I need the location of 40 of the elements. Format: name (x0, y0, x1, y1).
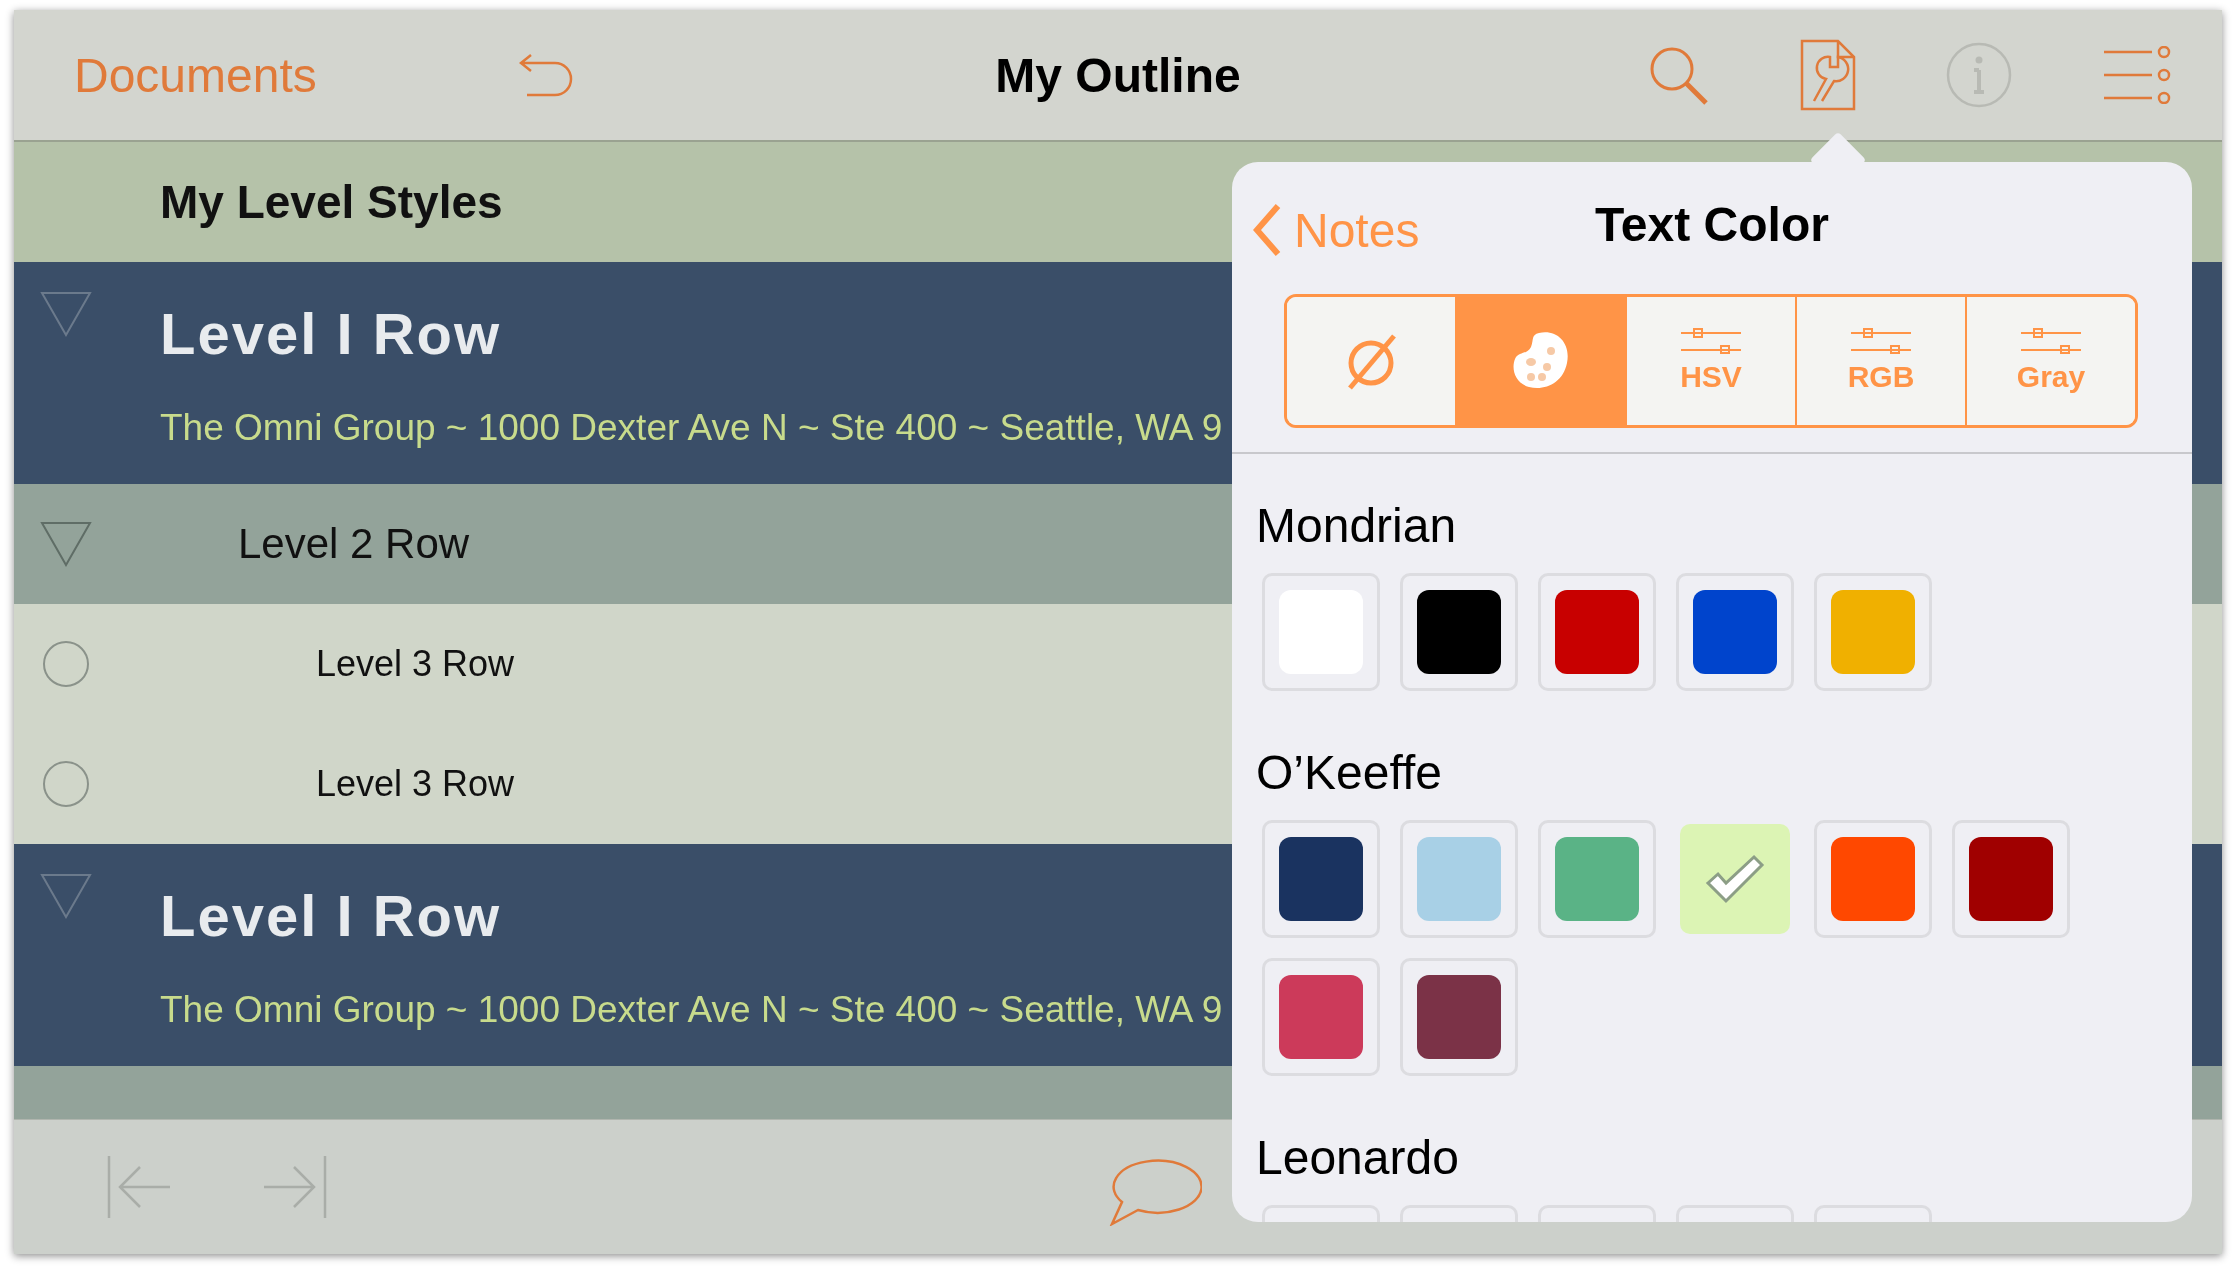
color-swatch[interactable] (1680, 824, 1790, 934)
row-note: The Omni Group ~ 1000 Dexter Ave N ~ Ste 400 ~ Seattle, WA 9 (160, 407, 1223, 449)
color-swatch[interactable] (1262, 820, 1380, 938)
bullet-circle-icon[interactable] (42, 640, 90, 688)
color-swatch[interactable] (1538, 820, 1656, 938)
row-title: Level I Row (160, 300, 503, 367)
palette-name: Mondrian (1256, 498, 1458, 553)
mode-tab[interactable] (1455, 297, 1625, 425)
color-swatch[interactable] (1538, 573, 1656, 691)
color-swatch[interactable] (1814, 820, 1932, 938)
color-swatch[interactable] (1262, 573, 1380, 691)
sliders-icon (1681, 328, 1741, 354)
section-title: My Level Styles (160, 175, 503, 229)
disclosure-triangle-icon[interactable] (40, 873, 92, 919)
menu-icon[interactable] (2102, 46, 2172, 104)
popover-title: Text Color (1595, 197, 1829, 252)
chevron-left-icon (1252, 202, 1282, 258)
color-swatch[interactable] (1400, 820, 1518, 938)
row-title: Level 3 Row (316, 643, 515, 685)
sliders-icon (2021, 328, 2081, 354)
color-swatch[interactable] (1676, 573, 1794, 691)
row-title: Level I Row (160, 882, 503, 949)
row-title: Level 2 Row (238, 520, 470, 568)
mode-tab[interactable] (1287, 297, 1455, 425)
palette-name: Leonardo (1256, 1130, 1460, 1185)
color-swatch[interactable] (1262, 958, 1380, 1076)
palette-name: O’Keeffe (1256, 745, 1443, 800)
row-title: Level 3 Row (316, 763, 515, 805)
color-swatch[interactable] (1814, 573, 1932, 691)
sliders-icon (1851, 328, 1911, 354)
row-note: The Omni Group ~ 1000 Dexter Ave N ~ Ste 400 ~ Seattle, WA 9 (160, 989, 1223, 1031)
window-title: My Outline (995, 47, 1241, 103)
disclosure-triangle-icon[interactable] (40, 521, 92, 567)
checkmark-icon (1704, 853, 1766, 905)
bullet-circle-icon[interactable] (42, 760, 90, 808)
color-swatch[interactable] (1952, 820, 2070, 938)
color-swatch[interactable] (1400, 958, 1518, 1076)
color-swatch[interactable] (1400, 573, 1518, 691)
disclosure-triangle-icon[interactable] (40, 291, 92, 337)
document-wrench-icon[interactable] (1800, 39, 1856, 111)
